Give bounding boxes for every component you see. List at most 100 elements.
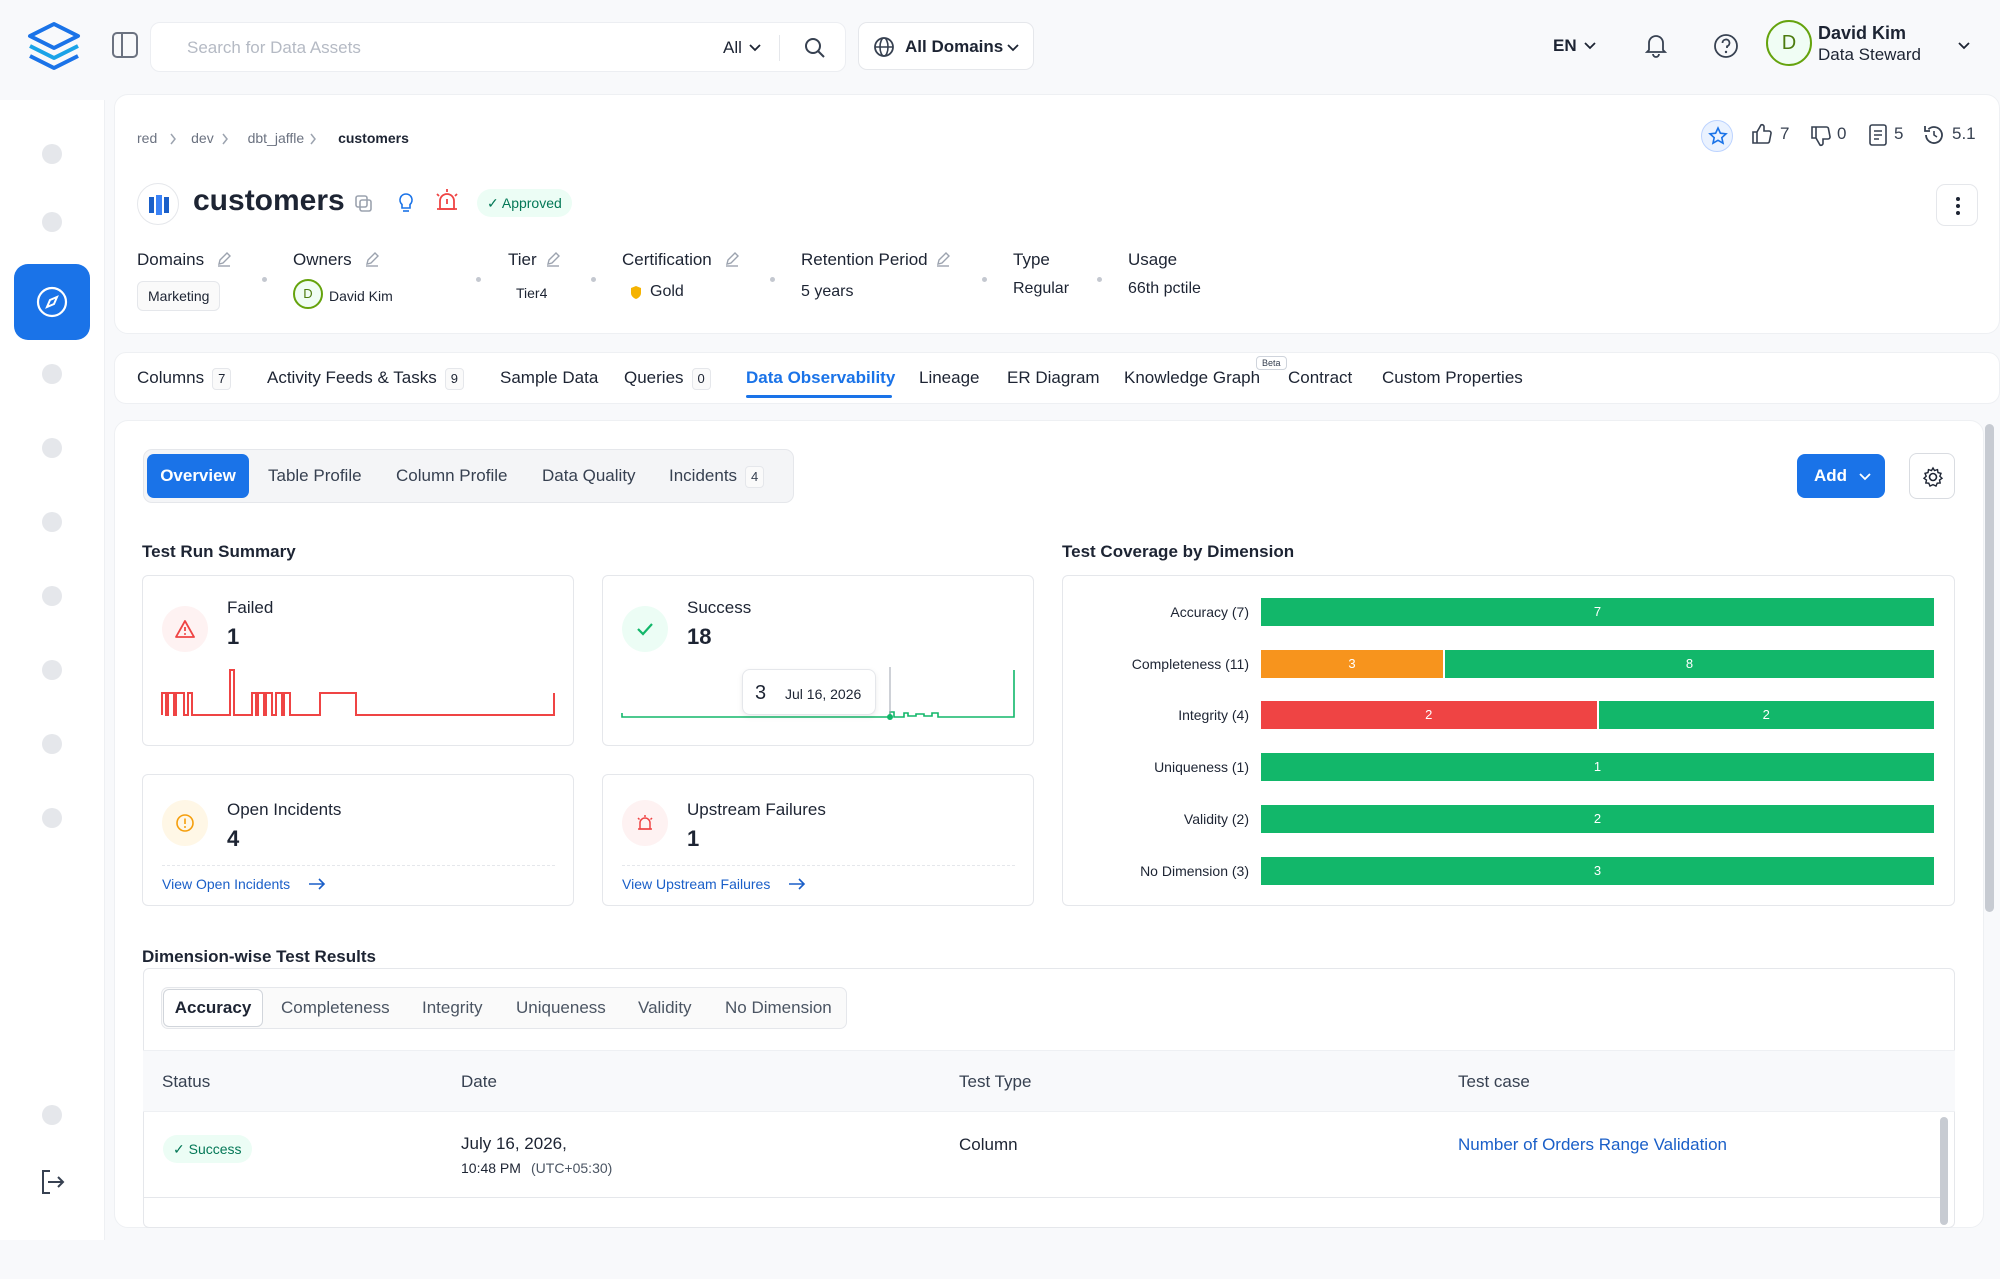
coverage-bar-segment[interactable]: 2 [1261,701,1597,729]
breadcrumb-item[interactable]: red [137,130,157,146]
tab-queries[interactable]: Queries 0 [624,368,711,390]
dimtab-integrity[interactable]: Integrity [422,998,482,1018]
coverage-bar-segment[interactable]: 1 [1261,753,1934,781]
edit-icon[interactable] [545,251,561,267]
nav-item-icon[interactable] [42,1105,62,1125]
view-open-incidents-link[interactable]: View Open Incidents [162,876,290,892]
page-scrollbar[interactable] [1985,424,1994,912]
tab-activity-feeds[interactable]: Activity Feeds & Tasks 9 [267,368,464,390]
bell-icon[interactable] [1645,32,1667,58]
bar-category-label: Integrity (4) [1178,707,1249,723]
tab-columns[interactable]: Columns 7 [137,368,232,390]
tab-lineage[interactable]: Lineage [919,368,980,388]
subtab-overview[interactable]: Overview [147,454,249,498]
chevron-right-icon [170,133,176,145]
coverage-bar-segment[interactable]: 3 [1261,650,1444,678]
user-avatar[interactable]: D [1766,20,1812,66]
lightbulb-icon[interactable] [396,192,416,214]
success-card[interactable] [602,575,1034,746]
nav-item-icon[interactable] [42,660,62,680]
coverage-bar-segment[interactable]: 7 [1261,598,1934,626]
certification-value[interactable]: Gold [650,283,684,301]
breadcrumb-item[interactable]: dbt_jaffle [248,130,305,146]
domains-selector[interactable]: All Domains [858,22,1034,70]
alarm-icon[interactable] [433,187,461,215]
tier-value[interactable]: Tier4 [516,285,547,301]
search-input[interactable]: Search for Data Assets [187,38,361,58]
bar-category-label: Completeness (11) [1131,656,1249,672]
domain-chip[interactable]: Marketing [137,281,221,311]
view-upstream-failures-link[interactable]: View Upstream Failures [622,876,770,892]
tab-er-diagram[interactable]: ER Diagram [1007,368,1100,388]
tab-custom-properties[interactable]: Custom Properties [1382,368,1523,388]
table-scrollbar[interactable] [1940,1117,1948,1225]
tab-label: Activity Feeds & Tasks [267,368,437,387]
nav-item-icon[interactable] [42,438,62,458]
coverage-bar-segment[interactable]: 2 [1598,701,1934,729]
dimtab-uniqueness[interactable]: Uniqueness [516,998,606,1018]
coverage-bar-segment[interactable]: 2 [1261,805,1934,833]
help-icon[interactable] [1713,33,1739,59]
search-icon[interactable] [803,36,827,60]
edit-icon[interactable] [364,251,380,267]
gear-icon [1922,466,1944,487]
subtab-column-profile[interactable]: Column Profile [396,466,508,486]
nav-item-icon[interactable] [42,364,62,384]
edit-icon[interactable] [724,251,740,267]
search-scope-select[interactable]: All [723,38,742,58]
subtab-data-quality[interactable]: Data Quality [542,466,636,486]
thumbs-down-icon[interactable] [1809,124,1833,148]
tasks-icon[interactable] [1868,123,1888,147]
version-number[interactable]: 5.1 [1952,124,1976,144]
failed-card[interactable] [142,575,574,746]
nav-item-icon[interactable] [42,144,62,164]
arrow-right-icon[interactable] [788,878,806,890]
language-select[interactable]: EN [1553,36,1577,56]
dimtab-accuracy[interactable]: Accuracy [163,989,263,1027]
chevron-down-icon [749,44,761,52]
app-logo[interactable] [26,20,82,72]
dimtab-completeness[interactable]: Completeness [281,998,390,1018]
chevron-down-icon [1859,473,1871,481]
copy-icon[interactable] [354,194,374,214]
likes-count: 7 [1780,124,1790,143]
edit-icon[interactable] [216,251,232,267]
tab-knowledge-graph[interactable]: Knowledge Graph [1124,368,1260,388]
warning-icon [162,606,208,652]
dimtab-no-dimension[interactable]: No Dimension [725,998,832,1018]
chevron-down-icon[interactable] [1958,41,1970,51]
logout-icon[interactable] [38,1168,66,1196]
arrow-right-icon[interactable] [308,878,326,890]
thumbs-up-icon[interactable] [1750,122,1774,146]
row-test-case-link[interactable]: Number of Orders Range Validation [1458,1135,1727,1155]
more-options-button[interactable] [1936,184,1978,226]
breadcrumb-item[interactable]: dev [191,130,214,146]
nav-item-icon[interactable] [42,586,62,606]
tab-data-observability[interactable]: Data Observability [746,368,895,388]
nav-item-icon[interactable] [42,512,62,532]
nav-item-icon[interactable] [42,212,62,232]
add-button-label: Add [1814,466,1848,485]
history-icon[interactable] [1922,123,1946,147]
add-button[interactable]: Add [1797,454,1885,498]
dimtab-validity[interactable]: Validity [638,998,692,1018]
tab-contract[interactable]: Contract [1288,368,1352,388]
settings-button[interactable] [1909,453,1955,499]
coverage-bar-segment[interactable]: 8 [1445,650,1934,678]
subtab-incidents[interactable]: Incidents 4 [669,466,765,488]
star-button[interactable] [1701,120,1733,152]
edit-icon[interactable] [935,251,951,267]
compass-icon [36,286,68,318]
nav-item-icon[interactable] [42,734,62,754]
search-bar[interactable]: Search for Data Assets All [150,22,846,72]
page-title: customers [193,184,345,217]
owner-avatar[interactable]: D [293,279,323,309]
coverage-bar-segment[interactable]: 3 [1261,857,1934,885]
subtab-table-profile[interactable]: Table Profile [268,466,362,486]
owner-name[interactable]: David Kim [329,288,393,304]
nav-item-icon[interactable] [42,808,62,828]
retention-value: 5 years [801,283,854,300]
nav-item-explore-active[interactable] [14,264,90,340]
tab-sample-data[interactable]: Sample Data [500,368,598,388]
sidebar-toggle-icon[interactable] [112,32,138,58]
